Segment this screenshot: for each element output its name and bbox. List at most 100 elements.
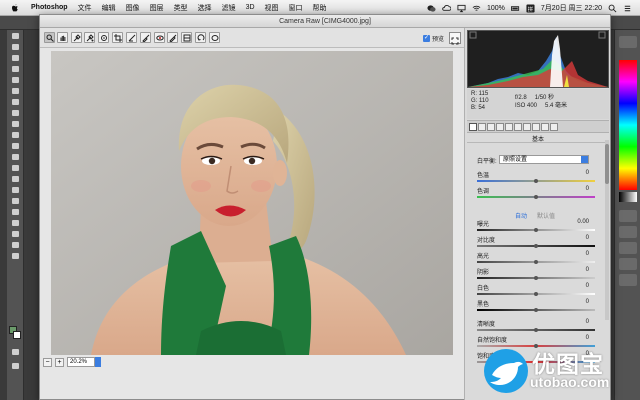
swatches-panel-icon[interactable]	[619, 210, 637, 222]
notification-icon[interactable]	[623, 4, 632, 13]
slider-thumb[interactable]	[534, 260, 538, 264]
crop-tool-icon[interactable]	[7, 74, 24, 85]
tab-camera-calibration[interactable]	[532, 122, 540, 131]
grayscale-ramp[interactable]	[619, 192, 637, 202]
slider-thumb[interactable]	[534, 195, 538, 199]
zoom-out-button[interactable]: −	[43, 357, 52, 367]
menu-photoshop[interactable]: Photoshop	[26, 4, 73, 11]
contrast-value[interactable]: 0	[565, 235, 589, 241]
zoom-dropdown-icon[interactable]	[95, 357, 101, 367]
menu-filter[interactable]: 滤镜	[217, 3, 241, 13]
image-preview[interactable]	[51, 51, 453, 355]
slider-thumb[interactable]	[534, 276, 538, 280]
lasso-tool-icon[interactable]	[7, 52, 24, 63]
move-tool-icon[interactable]	[7, 30, 24, 41]
targeted-adjustment-tool-button[interactable]	[98, 32, 109, 43]
exposure-slider[interactable]	[477, 228, 595, 232]
search-icon[interactable]	[608, 4, 617, 13]
slider-thumb[interactable]	[534, 228, 538, 232]
menu-select[interactable]: 选择	[193, 3, 217, 13]
shadows-value[interactable]: 0	[565, 267, 589, 273]
whites-slider[interactable]	[477, 292, 595, 296]
history-brush-tool-icon[interactable]	[7, 129, 24, 140]
tab-lens[interactable]	[514, 122, 522, 131]
rotate-tool-button[interactable]	[195, 32, 206, 43]
tab-basic[interactable]	[469, 122, 477, 131]
menu-window[interactable]: 窗口	[284, 3, 308, 13]
clarity-slider[interactable]	[477, 328, 595, 332]
tint-value[interactable]: 0	[565, 186, 589, 192]
slider-thumb[interactable]	[534, 179, 538, 183]
stamp-tool-icon[interactable]	[7, 118, 24, 129]
auto-link[interactable]: 自动	[515, 211, 527, 220]
adjustment-brush-tool-button[interactable]	[167, 32, 178, 43]
zoom-level-field[interactable]: 20.2%	[67, 357, 95, 367]
battery-icon[interactable]	[510, 4, 520, 13]
color-sampler-tool-button[interactable]	[84, 32, 95, 43]
hand-tool-icon[interactable]	[7, 228, 24, 239]
marquee-tool-icon[interactable]	[7, 41, 24, 52]
menu-type[interactable]: 类型	[169, 3, 193, 13]
tab-effects[interactable]	[523, 122, 531, 131]
tab-tone-curve[interactable]	[478, 122, 486, 131]
menu-3d[interactable]: 3D	[241, 4, 260, 11]
preview-checkbox[interactable]: ✓	[423, 35, 430, 42]
clarity-value[interactable]: 0	[565, 319, 589, 325]
red-eye-tool-button[interactable]	[154, 32, 165, 43]
shape-tool-icon[interactable]	[7, 217, 24, 228]
zoom-in-button[interactable]: +	[55, 357, 64, 367]
white-balance-select[interactable]: 原照设置	[499, 155, 589, 164]
color-spectrum[interactable]	[619, 60, 637, 190]
dodge-tool-icon[interactable]	[7, 173, 24, 184]
exposure-value[interactable]: 0.00	[565, 219, 589, 225]
spot-removal-tool-button[interactable]	[140, 32, 151, 43]
path-select-tool-icon[interactable]	[7, 206, 24, 217]
quick-mask-icon[interactable]	[7, 346, 24, 357]
wechat-icon[interactable]	[427, 4, 436, 13]
tab-detail[interactable]	[487, 122, 495, 131]
menu-image[interactable]: 图像	[121, 3, 145, 13]
contrast-slider[interactable]	[477, 244, 595, 248]
pen-tool-icon[interactable]	[7, 184, 24, 195]
eyedropper-tool-icon[interactable]	[7, 85, 24, 96]
highlights-slider[interactable]	[477, 260, 595, 264]
styles-panel-icon[interactable]	[619, 242, 637, 254]
slider-thumb[interactable]	[534, 308, 538, 312]
slider-thumb[interactable]	[534, 328, 538, 332]
shadows-slider[interactable]	[477, 276, 595, 280]
adjustments-panel-icon[interactable]	[619, 226, 637, 238]
background-color-swatch[interactable]	[13, 331, 21, 339]
tab-split-toning[interactable]	[505, 122, 513, 131]
tab-snapshots[interactable]	[550, 122, 558, 131]
more-tools-icon[interactable]	[7, 250, 24, 261]
airplay-icon[interactable]	[457, 4, 466, 13]
blur-tool-icon[interactable]	[7, 162, 24, 173]
screen-mode-icon[interactable]	[7, 360, 24, 371]
apple-icon[interactable]	[10, 3, 20, 13]
default-link[interactable]: 默认值	[537, 211, 555, 220]
scrollbar-thumb[interactable]	[605, 144, 609, 184]
input-method-icon[interactable]: 拼	[526, 3, 535, 13]
temperature-value[interactable]: 0	[565, 170, 589, 176]
healing-tool-icon[interactable]	[7, 96, 24, 107]
vibrance-value[interactable]: 0	[565, 335, 589, 341]
highlights-value[interactable]: 0	[565, 251, 589, 257]
highlight-clipping-icon[interactable]	[598, 31, 606, 39]
menu-edit[interactable]: 编辑	[97, 3, 121, 13]
menu-layer[interactable]: 图层	[145, 3, 169, 13]
fullscreen-button[interactable]	[449, 32, 461, 45]
eraser-tool-icon[interactable]	[7, 140, 24, 151]
panel-collapse-icon[interactable]	[619, 36, 637, 48]
blacks-value[interactable]: 0	[565, 299, 589, 305]
menu-help[interactable]: 帮助	[308, 3, 332, 13]
panel-scrollbar[interactable]	[605, 140, 609, 320]
tab-presets[interactable]	[541, 122, 549, 131]
graduated-filter-tool-button[interactable]	[181, 32, 192, 43]
layers-panel-icon[interactable]	[619, 258, 637, 270]
zoom-tool-icon[interactable]	[7, 239, 24, 250]
shadow-clipping-icon[interactable]	[469, 31, 477, 39]
quick-select-tool-icon[interactable]	[7, 63, 24, 74]
menu-view[interactable]: 视图	[260, 3, 284, 13]
gradient-tool-icon[interactable]	[7, 151, 24, 162]
radial-filter-tool-button[interactable]	[209, 32, 220, 43]
